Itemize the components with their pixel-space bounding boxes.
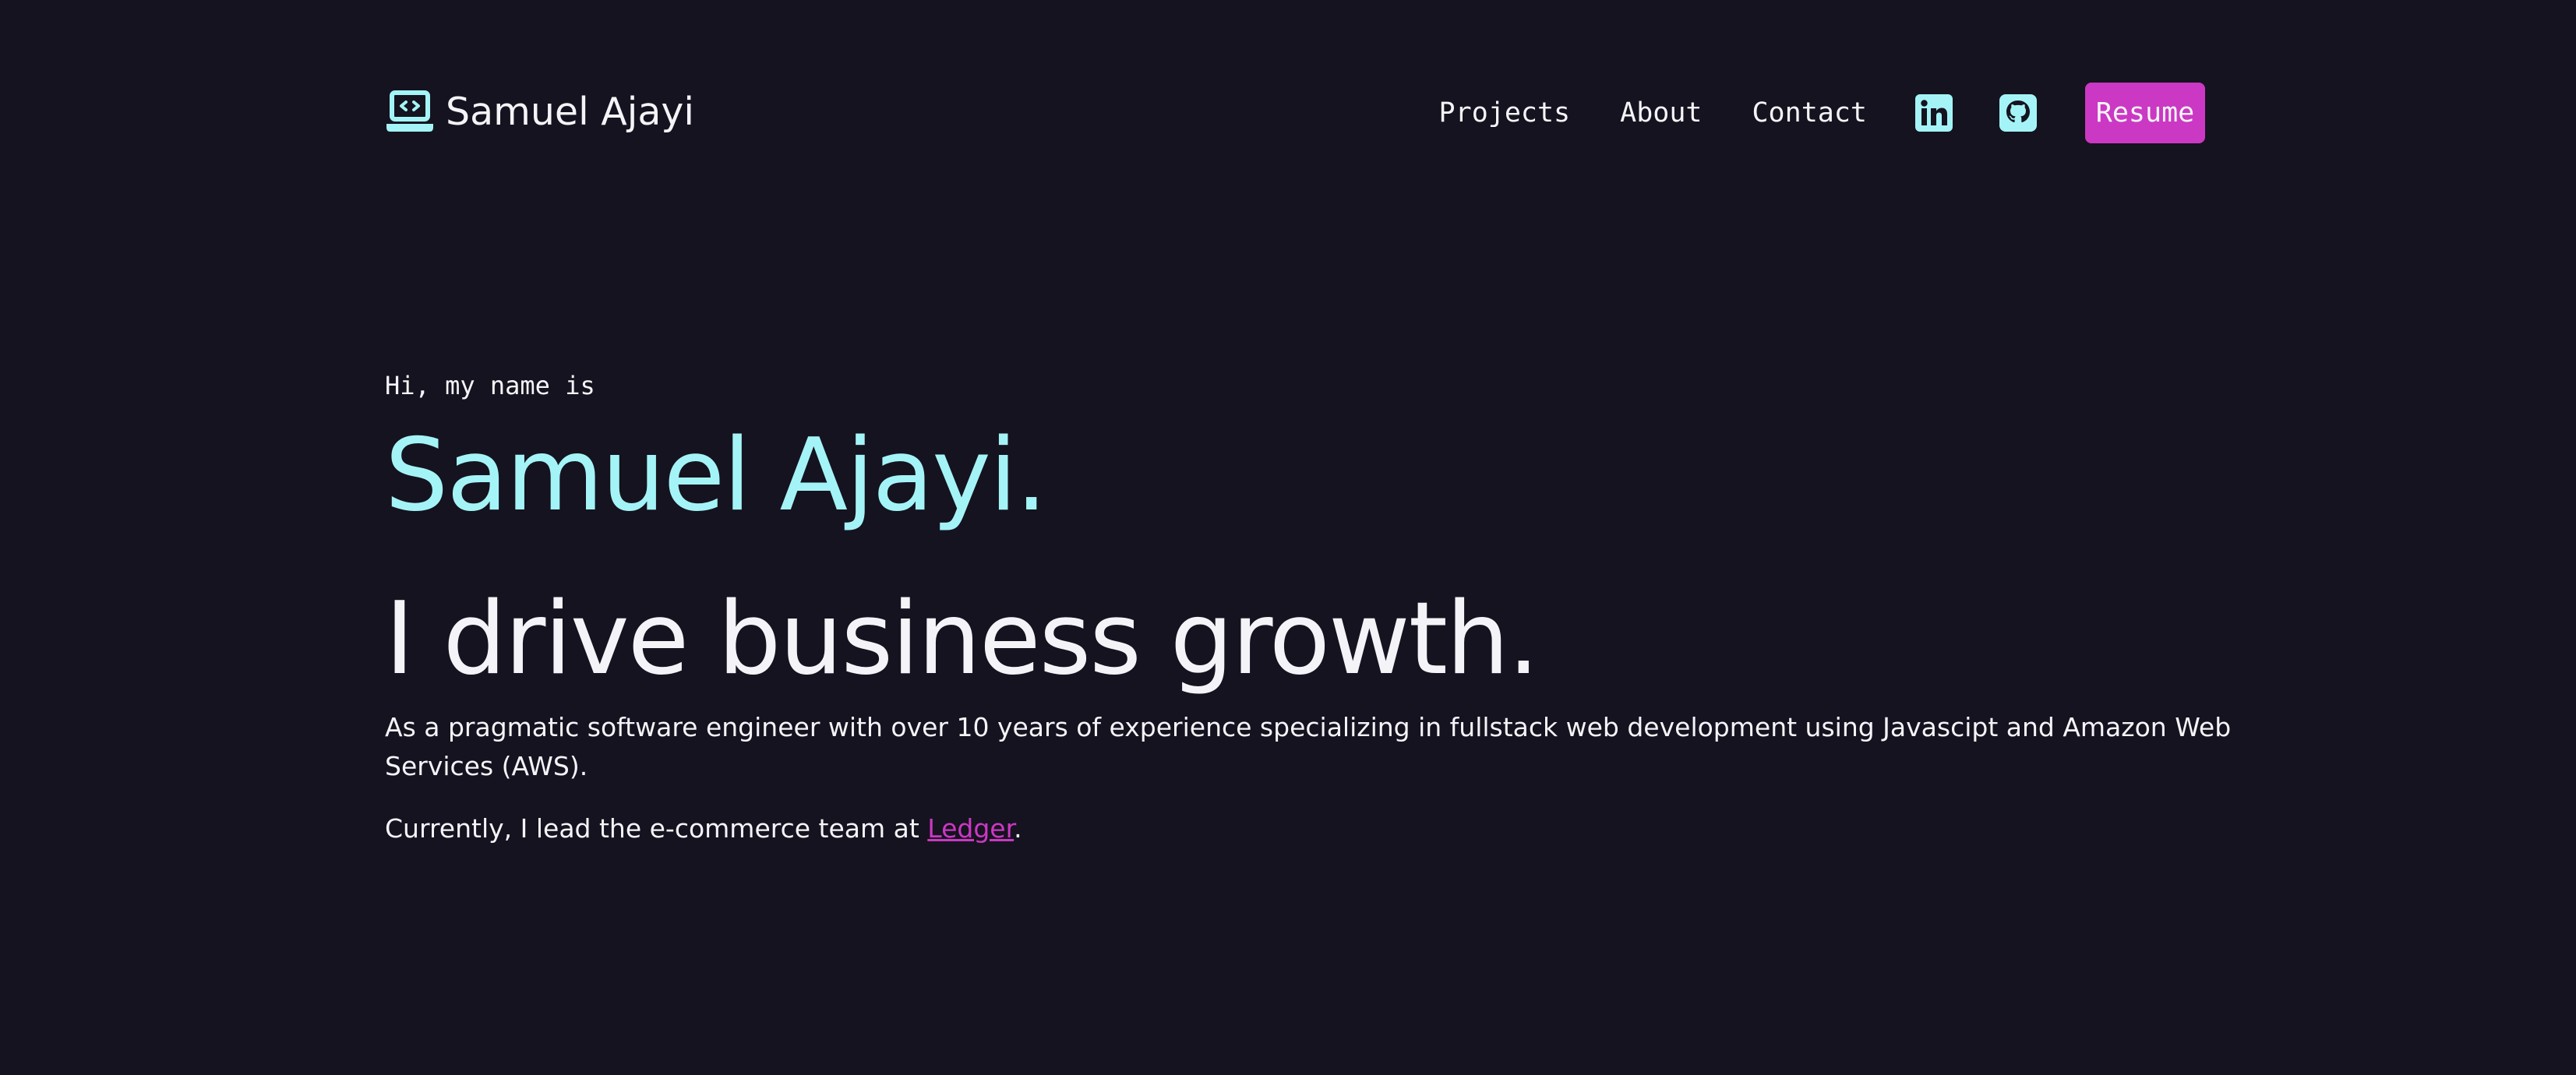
brand-home-link[interactable]: Samuel Ajayi bbox=[385, 89, 694, 136]
hero-name: Samuel Ajayi. bbox=[385, 418, 1047, 534]
hero-tagline: I drive business growth. bbox=[385, 581, 1540, 697]
hero-section: Hi, my name is Samuel Ajayi. I drive bus… bbox=[385, 366, 2255, 848]
hero-bio: As a pragmatic software engineer with ov… bbox=[385, 712, 2232, 781]
laptop-code-icon bbox=[385, 90, 435, 134]
resume-button[interactable]: Resume bbox=[2085, 83, 2205, 143]
ledger-link[interactable]: Ledger bbox=[927, 813, 1014, 844]
hero-greeting: Hi, my name is bbox=[385, 371, 595, 400]
nav-projects[interactable]: Projects bbox=[1439, 83, 1571, 143]
main-nav: Projects About Contact Resume bbox=[1439, 83, 2205, 143]
nav-about[interactable]: About bbox=[1620, 83, 1702, 143]
brand-name: Samuel Ajayi bbox=[446, 90, 695, 134]
github-icon bbox=[1999, 94, 2037, 135]
site-header: Samuel Ajayi Projects About Contact Resu… bbox=[385, 83, 2205, 145]
github-link[interactable] bbox=[1999, 94, 2037, 132]
current-role-prefix: Currently, I lead the e-commerce team at bbox=[385, 813, 928, 844]
current-role-suffix: . bbox=[1014, 813, 1022, 844]
linkedin-link[interactable] bbox=[1915, 94, 1953, 132]
nav-contact[interactable]: Contact bbox=[1752, 83, 1867, 143]
linkedin-icon bbox=[1915, 94, 1953, 135]
hero-current-role: Currently, I lead the e-commerce team at… bbox=[385, 809, 2255, 848]
